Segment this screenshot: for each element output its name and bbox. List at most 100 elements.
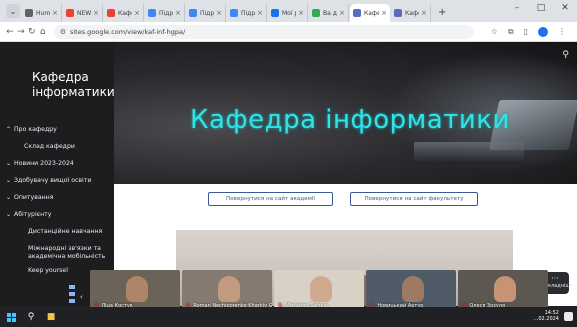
chevron-down-icon[interactable]: ⌄: [6, 177, 14, 184]
tab-close-icon[interactable]: ×: [339, 9, 345, 17]
notification-icon[interactable]: [564, 312, 573, 321]
profile-avatar[interactable]: [537, 26, 548, 37]
close-icon[interactable]: ✕: [553, 3, 577, 13]
participant-video-strip: 🎙 Ліца Костук 🎙 Roman Nechiporenko Kharkiv …: [90, 270, 550, 310]
participant-tile[interactable]: 🎙 Михайло Заїтків: [274, 270, 364, 310]
file-explorer-icon[interactable]: ■: [44, 310, 58, 324]
system-clock[interactable]: 14:52 ...02.2024: [534, 310, 559, 322]
chevron-down-icon[interactable]: ⌄: [6, 194, 14, 201]
sidebar-nav-label: Склад кафедри: [24, 143, 75, 150]
browser-tab[interactable]: Мої р×: [268, 4, 308, 22]
camera-toggle-icon[interactable]: [69, 292, 75, 296]
sidebar-nav-label: Опитування: [14, 194, 54, 201]
sidebar-nav-label: Keep yoursel: [28, 267, 68, 274]
sidebar-nav-item[interactable]: ⌄ Абітурієнту: [0, 211, 114, 228]
tab-label: Підру: [159, 9, 174, 17]
tab-favicon-icon: [230, 9, 238, 17]
sidebar-nav-item[interactable]: ⌄ Опитування: [0, 194, 114, 211]
participant-tile[interactable]: 🎙 Ліца Костук: [90, 270, 180, 310]
tab-close-icon[interactable]: ×: [381, 9, 387, 17]
browser-tab[interactable]: NEW!×: [63, 4, 103, 22]
bookmark-star-icon[interactable]: ☆: [491, 27, 498, 36]
link-buttons: Повернутися на сайт академії Повернутися…: [114, 192, 577, 214]
participant-tile[interactable]: 🎙Roman Nechiporenko Kharkiv Gym...: [182, 270, 272, 310]
participant-tile[interactable]: 🎙 Олеся Зозуля: [458, 270, 548, 310]
browser-tab[interactable]: Кафед×: [104, 4, 144, 22]
taskbar-search-icon[interactable]: ⚲: [24, 310, 38, 324]
chevron-down-icon[interactable]: ⌄: [6, 211, 14, 218]
faculty-site-button[interactable]: Повернутися на сайт факультету: [350, 192, 478, 206]
extensions-icon[interactable]: ⧉: [508, 27, 514, 37]
browser-tab[interactable]: Підру×: [145, 4, 185, 22]
tab-list: Human×NEW!×Кафед×Підру×Підру×Підру×Мої р…: [22, 4, 432, 22]
tab-close-icon[interactable]: ×: [134, 9, 140, 17]
participant-video: [218, 276, 240, 302]
reload-icon[interactable]: ↻: [28, 27, 36, 37]
sidebar-nav-item[interactable]: ⌄ Новини 2023-2024: [0, 160, 114, 177]
tab-close-icon[interactable]: ×: [298, 9, 304, 17]
url-text: sites.google.com/view/kaf-inf-hgpa/: [69, 27, 186, 36]
tab-close-icon[interactable]: ×: [175, 9, 181, 17]
tab-favicon-icon: [25, 9, 33, 17]
tab-label: Human: [36, 9, 51, 17]
tab-close-icon[interactable]: ×: [216, 9, 222, 17]
sidebar-nav-item[interactable]: Міжнародні зв'язки та академічна мобільн…: [0, 245, 114, 267]
address-bar[interactable]: ⚙ sites.google.com/view/kaf-inf-hgpa/: [53, 24, 474, 39]
tab-close-icon[interactable]: ×: [421, 9, 427, 17]
tab-search-button[interactable]: ⌄: [6, 4, 20, 18]
participant-video: [310, 276, 332, 302]
participant-video: [126, 276, 148, 302]
chevron-up-icon[interactable]: ⌃: [6, 126, 14, 133]
tab-favicon-icon: [107, 9, 115, 17]
site-info-icon[interactable]: ⚙: [60, 28, 66, 36]
toolbar-actions: ☆ ⧉ ▯ ⋮: [486, 26, 571, 37]
site-title[interactable]: Кафедра інформатики: [32, 70, 115, 100]
search-icon[interactable]: ⚲: [562, 50, 569, 60]
layout-icon[interactable]: [69, 299, 75, 303]
tab-close-icon[interactable]: ×: [257, 9, 263, 17]
browser-tab[interactable]: Кафед×: [391, 4, 431, 22]
back-icon[interactable]: ←: [6, 27, 14, 37]
sidebar-nav-label: Здобувачу вищої освіти: [14, 177, 92, 184]
tab-label: Мої р: [282, 9, 296, 17]
start-button[interactable]: [4, 310, 18, 324]
tab-label: Підру: [200, 9, 215, 17]
browser-tab[interactable]: Human×: [22, 4, 62, 22]
home-icon[interactable]: ⌂: [39, 27, 47, 37]
window-controls: – □ ✕: [505, 3, 577, 13]
sidebar-nav-item[interactable]: Склад кафедри: [0, 143, 114, 160]
tab-close-icon[interactable]: ×: [52, 9, 58, 17]
participant-video: [494, 276, 516, 302]
windows-logo-icon: [6, 312, 16, 322]
maximize-icon[interactable]: □: [529, 3, 553, 13]
tab-favicon-icon: [312, 9, 320, 17]
chevron-down-icon[interactable]: ⌄: [6, 160, 14, 167]
sidebar-nav-item[interactable]: ⌄ Здобувачу вищої освіти: [0, 177, 114, 194]
tab-close-icon[interactable]: ×: [93, 9, 99, 17]
participant-tile[interactable]: 🎙 Новицький Артур: [366, 270, 456, 310]
new-tab-button[interactable]: +: [438, 7, 446, 18]
sidebar-nav-item[interactable]: ⌃ Про кафедру: [0, 126, 114, 143]
tab-favicon-icon: [189, 9, 197, 17]
collapse-chevron-icon[interactable]: ‹: [80, 293, 83, 301]
web-page: Кафедра інформатики ⌃ Про кафедру Склад ка…: [0, 42, 577, 306]
sidebar-nav-item[interactable]: Дистанційне навчання: [0, 228, 114, 245]
academy-site-button[interactable]: Повернутися на сайт академії: [208, 192, 333, 206]
tab-favicon-icon: [353, 9, 361, 17]
sidepanel-icon[interactable]: ▯: [524, 27, 528, 36]
browser-tab-bar: ⌄ Human×NEW!×Кафед×Підру×Підру×Підру×Мої…: [0, 0, 577, 22]
minimize-icon[interactable]: –: [505, 3, 529, 13]
browser-tab[interactable]: Ва до×: [309, 4, 349, 22]
mic-toggle-icon[interactable]: [69, 285, 75, 289]
browser-tab[interactable]: Підру×: [186, 4, 226, 22]
site-title-line1: Кафедра: [32, 70, 89, 84]
sidebar-nav-label: Новини 2023-2024: [14, 160, 74, 167]
sidebar-nav-label: Дистанційне навчання: [28, 228, 103, 235]
tab-label: Кафед: [118, 9, 132, 17]
browser-tab[interactable]: Підру×: [227, 4, 267, 22]
forward-icon[interactable]: →: [17, 27, 25, 37]
menu-kebab-icon[interactable]: ⋮: [558, 27, 566, 36]
site-sidebar: Кафедра інформатики ⌃ Про кафедру Склад ка…: [0, 42, 115, 306]
browser-tab[interactable]: Кафед×: [350, 4, 390, 22]
participant-video: [402, 276, 424, 302]
